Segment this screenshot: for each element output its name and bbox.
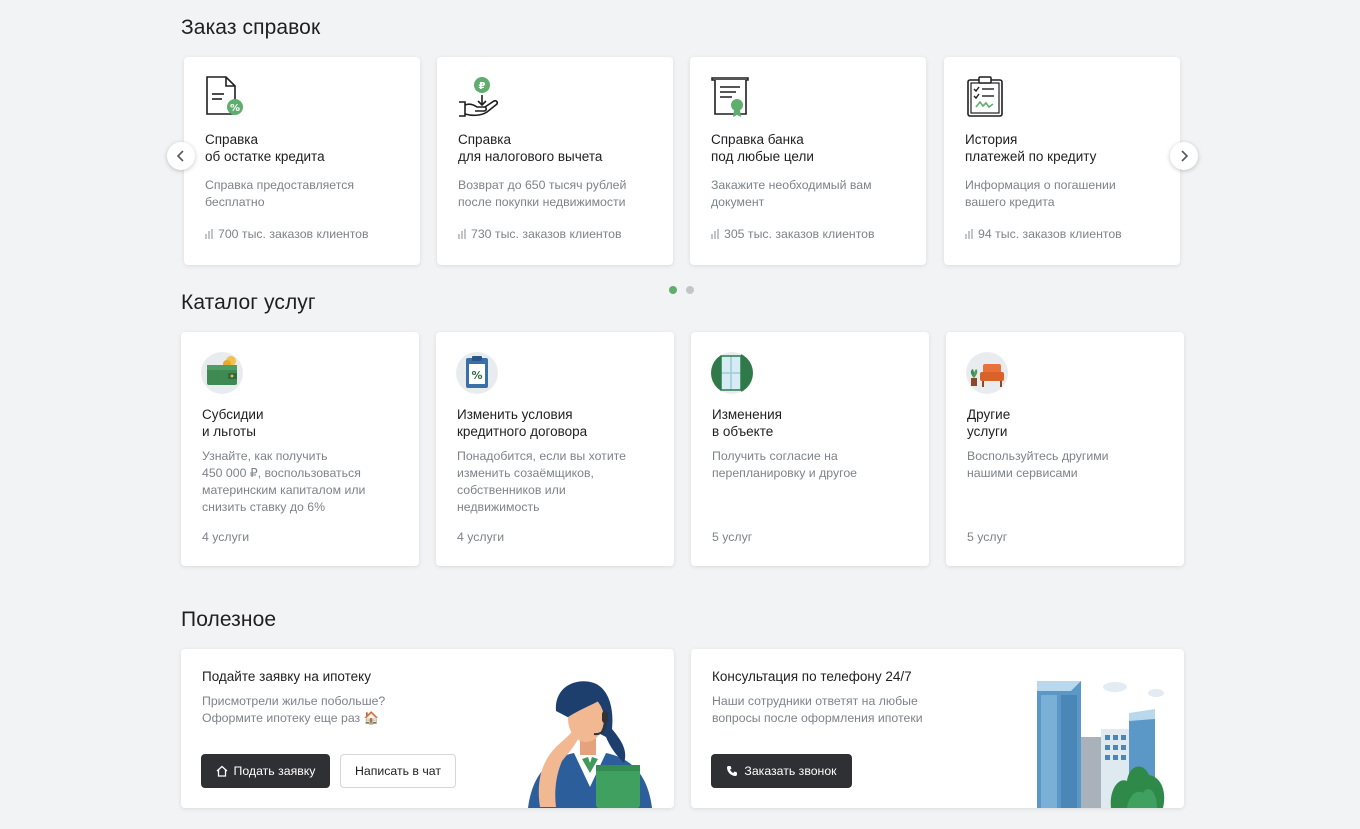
phone-icon — [727, 766, 738, 776]
svg-text:%: % — [471, 369, 482, 382]
svg-text:%: % — [230, 103, 240, 114]
carousel-prev-button[interactable] — [167, 142, 195, 170]
phone-consult-card: Консультация по телефону 24/7 Наши сотру… — [691, 649, 1184, 808]
catalog-card-description: Узнайте, как получить 450 000 ₽, воспольз… — [202, 449, 366, 514]
mortgage-promo-card: Подайте заявку на ипотеку Присмотрели жи… — [181, 649, 674, 808]
carousel-dot-1[interactable] — [669, 286, 677, 294]
home-icon — [216, 765, 227, 777]
order-card-description: Возврат до 650 тысяч рублей после покупки… — [458, 178, 627, 209]
certificate-icon — [710, 76, 752, 118]
phone-consult-title: Консультация по телефону 24/7 — [712, 669, 912, 684]
chevron-left-icon — [176, 150, 184, 162]
percent-document-icon: % — [456, 352, 498, 394]
order-card-stat: 700 тыс. заказов клиентов — [205, 227, 369, 241]
svg-text:₽: ₽ — [479, 81, 486, 92]
chat-button[interactable]: Написать в чат — [340, 754, 456, 788]
section-title-catalog: Каталог услуг — [181, 291, 316, 314]
catalog-card-description: Воспользуйтесь другими нашими сервисами — [967, 449, 1109, 480]
carousel-pagination — [669, 286, 694, 294]
request-call-button[interactable]: Заказать звонок — [711, 754, 852, 788]
bar-chart-icon — [458, 229, 466, 239]
catalog-card-count: 4 услуги — [457, 530, 505, 544]
catalog-card-object-changes[interactable]: Изменения в объекте Получить согласие на п… — [691, 332, 929, 566]
window-icon — [711, 352, 753, 394]
document-percent-icon: % — [204, 76, 246, 118]
carousel-dot-2[interactable] — [686, 286, 694, 294]
catalog-card-count: 5 услуг — [712, 530, 753, 544]
catalog-card-title: Изменения в объекте — [712, 407, 782, 439]
order-card-title: Справка для налогового вычета — [458, 132, 603, 164]
catalog-card-other-services[interactable]: Другие услуги Воспользуйтесь другими нашим… — [946, 332, 1184, 566]
clipboard-checklist-icon — [964, 76, 1006, 118]
order-card-credit-balance[interactable]: % Справка об остатке кредита Справка пред… — [184, 57, 420, 265]
catalog-card-subsidies[interactable]: Субсидии и льготы Узнайте, как получить 45… — [181, 332, 419, 566]
order-card-stat: 305 тыс. заказов клиентов — [711, 227, 875, 241]
bar-chart-icon — [711, 229, 719, 239]
catalog-card-description: Понадобится, если вы хотите изменить соза… — [457, 449, 627, 514]
order-card-payment-history[interactable]: История платежей по кредиту Информация о … — [944, 57, 1180, 265]
carousel-next-button[interactable] — [1170, 142, 1198, 170]
bar-chart-icon — [205, 229, 213, 239]
section-title-orders: Заказ справок — [181, 16, 321, 39]
catalog-card-count: 5 услуг — [967, 530, 1008, 544]
phone-consult-description: Наши сотрудники ответят на любые вопросы … — [712, 694, 923, 725]
order-card-description: Справка предоставляется бесплатно — [205, 178, 355, 209]
bar-chart-icon — [965, 229, 973, 239]
catalog-card-description: Получить согласие на перепланировку и дру… — [712, 449, 858, 480]
catalog-card-title: Изменить условия кредитного договора — [457, 407, 588, 439]
mortgage-promo-title: Подайте заявку на ипотеку — [202, 669, 371, 684]
ruble-hand-icon: ₽ — [457, 76, 499, 118]
catalog-card-title: Субсидии и льготы — [202, 407, 264, 439]
support-operator-illustration — [526, 677, 656, 808]
catalog-card-change-terms[interactable]: % Изменить условия кредитного договора По… — [436, 332, 674, 566]
order-card-bank-certificate[interactable]: Справка банка под любые цели Закажите нео… — [690, 57, 926, 265]
mortgage-promo-description: Присмотрели жилье побольше? Оформите ипот… — [202, 694, 386, 725]
order-card-tax-deduction[interactable]: ₽ Справка для налогового вычета Возврат д… — [437, 57, 673, 265]
order-card-title: Справка об остатке кредита — [205, 132, 325, 164]
section-title-useful: Полезное — [181, 608, 277, 631]
catalog-card-title: Другие услуги — [967, 407, 1011, 439]
city-buildings-illustration — [1031, 673, 1181, 808]
order-card-description: Информация о погашении вашего кредита — [965, 178, 1116, 209]
order-card-stat: 730 тыс. заказов клиентов — [458, 227, 622, 241]
order-card-stat: 94 тыс. заказов клиентов — [965, 227, 1122, 241]
order-card-description: Закажите необходимый вам документ — [711, 178, 872, 209]
wallet-coins-icon — [201, 352, 243, 394]
chevron-right-icon — [1181, 150, 1189, 162]
order-card-title: Справка банка под любые цели — [711, 132, 814, 164]
catalog-card-count: 4 услуги — [202, 530, 250, 544]
apply-button[interactable]: Подать заявку — [201, 754, 330, 788]
order-card-title: История платежей по кредиту — [965, 132, 1097, 164]
armchair-plant-icon — [966, 352, 1008, 394]
